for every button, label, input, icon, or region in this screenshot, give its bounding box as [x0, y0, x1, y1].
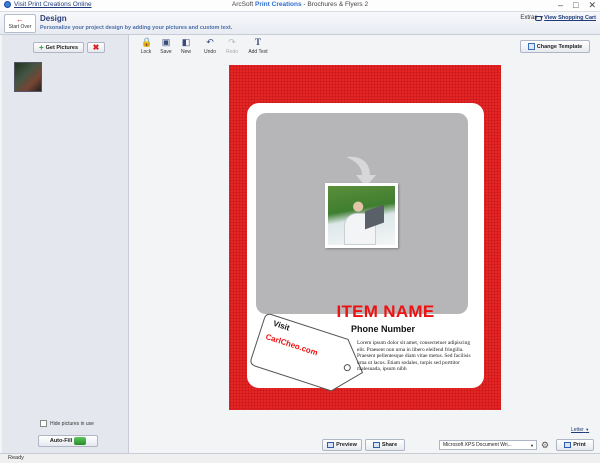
new-icon: ◧: [181, 37, 191, 47]
app-brand: Print Creations: [255, 1, 302, 8]
paper-size-label: Letter: [571, 427, 584, 433]
maximize-button[interactable]: □: [573, 0, 578, 11]
start-over-label: Start Over: [8, 24, 32, 30]
printer-value: Microsoft XPS Document Wri...: [443, 442, 512, 448]
paper-size-select[interactable]: Letter ▼: [571, 427, 589, 433]
print-label: Print: [573, 442, 586, 448]
status-bar: Ready: [0, 453, 600, 463]
lock-button[interactable]: 🔒 Lock: [135, 37, 157, 56]
share-button[interactable]: Share: [365, 439, 405, 451]
window-title: ArcSoft Print Creations - Brochures & Fl…: [0, 1, 600, 8]
bottom-bar: Preview Share Microsoft XPS Document Wri…: [131, 437, 600, 453]
auto-fill-icon: [74, 437, 87, 445]
new-label: New: [180, 49, 191, 55]
start-over-button[interactable]: ← Start Over: [4, 14, 36, 33]
header-band: ← Start Over Design Personalize your pro…: [0, 12, 600, 35]
app-suffix: - Brochures & Flyers 2: [303, 1, 369, 8]
minimize-button[interactable]: –: [558, 0, 563, 11]
flyer-card: Visit CarlCheo.com ITEM NAME Phone Numbe…: [247, 103, 484, 392]
change-template-button[interactable]: Change Template: [520, 40, 590, 53]
auto-fill-label: Auto-Fill: [49, 438, 73, 444]
pictures-panel: + Get Pictures ✖ Hide pictures in use Au…: [2, 35, 129, 453]
body-text[interactable]: Lorem ipsum dolor sit amet, consectetuer…: [357, 340, 479, 373]
cart-icon: [535, 15, 543, 21]
design-canvas-area: Visit CarlCheo.com ITEM NAME Phone Numbe…: [131, 59, 600, 439]
preview-label: Preview: [336, 442, 357, 448]
design-toolbar: 🔒 Lock ▣ Save ◧ New ↶ Undo ↷ Redo T Add …: [131, 35, 600, 59]
businessman-image: [328, 186, 395, 245]
lock-icon: 🔒: [141, 37, 153, 47]
close-button[interactable]: ✕: [588, 0, 596, 11]
visit-tag[interactable]: Visit CarlCheo.com: [243, 309, 373, 401]
page-subtitle: Personalize your project design by addin…: [40, 25, 233, 31]
share-label: Share: [381, 442, 398, 448]
hide-pictures-label: Hide pictures in use: [50, 420, 94, 427]
add-picture-icon: +: [38, 42, 44, 52]
shopping-cart-label: View Shopping Cart: [544, 15, 596, 21]
title-bar: Visit Print Creations Online ArcSoft Pri…: [0, 0, 600, 12]
print-button[interactable]: Print: [556, 439, 594, 451]
redo-icon: ↷: [228, 37, 236, 47]
template-icon: [527, 43, 535, 50]
printer-select[interactable]: Microsoft XPS Document Wri... ▼: [439, 440, 537, 450]
item-name-text[interactable]: ITEM NAME: [247, 302, 484, 322]
hide-pictures-checkbox[interactable]: [40, 420, 47, 427]
save-label: Save: [160, 49, 172, 55]
remove-picture-button[interactable]: ✖: [87, 42, 105, 53]
preview-button[interactable]: Preview: [322, 439, 362, 451]
add-text-label: Add Text: [248, 49, 268, 55]
get-pictures-label: Get Pictures: [45, 44, 79, 51]
sample-photo[interactable]: [325, 183, 398, 248]
phone-number-text[interactable]: Phone Number: [351, 324, 415, 334]
new-button[interactable]: ◧ New: [175, 37, 197, 56]
redo-button[interactable]: ↷ Redo: [221, 37, 243, 56]
page-title: Design: [40, 14, 67, 23]
save-icon: ▣: [161, 37, 171, 47]
auto-fill-button[interactable]: Auto-Fill: [38, 435, 98, 447]
save-button[interactable]: ▣ Save: [155, 37, 177, 56]
text-icon: T: [254, 37, 261, 47]
shopping-cart-link[interactable]: View Shopping Cart: [535, 15, 596, 21]
get-pictures-button[interactable]: + Get Pictures: [33, 42, 84, 53]
status-text: Ready: [8, 455, 24, 461]
photo-placeholder[interactable]: [256, 113, 468, 314]
flyer-page[interactable]: Visit CarlCheo.com ITEM NAME Phone Numbe…: [229, 65, 501, 410]
back-arrow-icon: ←: [16, 15, 24, 24]
lock-label: Lock: [140, 49, 152, 55]
app-prefix: ArcSoft: [231, 1, 254, 8]
chevron-down-icon: ▼: [585, 427, 590, 432]
undo-label: Undo: [204, 49, 216, 55]
hide-pictures-option[interactable]: Hide pictures in use: [40, 420, 94, 427]
window-controls: – □ ✕: [558, 0, 596, 11]
preview-icon: [327, 442, 335, 448]
redo-label: Redo: [226, 49, 238, 55]
chevron-down-icon: ▼: [530, 443, 534, 448]
change-template-label: Change Template: [536, 43, 583, 50]
printer-icon: [564, 442, 572, 448]
undo-icon: ↶: [206, 37, 214, 47]
add-text-button[interactable]: T Add Text: [245, 37, 271, 56]
remove-icon: ✖: [92, 42, 100, 52]
picture-thumbnail[interactable]: [14, 62, 42, 92]
undo-button[interactable]: ↶ Undo: [199, 37, 221, 56]
share-icon: [372, 442, 380, 448]
printer-settings-icon[interactable]: ⚙: [541, 440, 551, 450]
